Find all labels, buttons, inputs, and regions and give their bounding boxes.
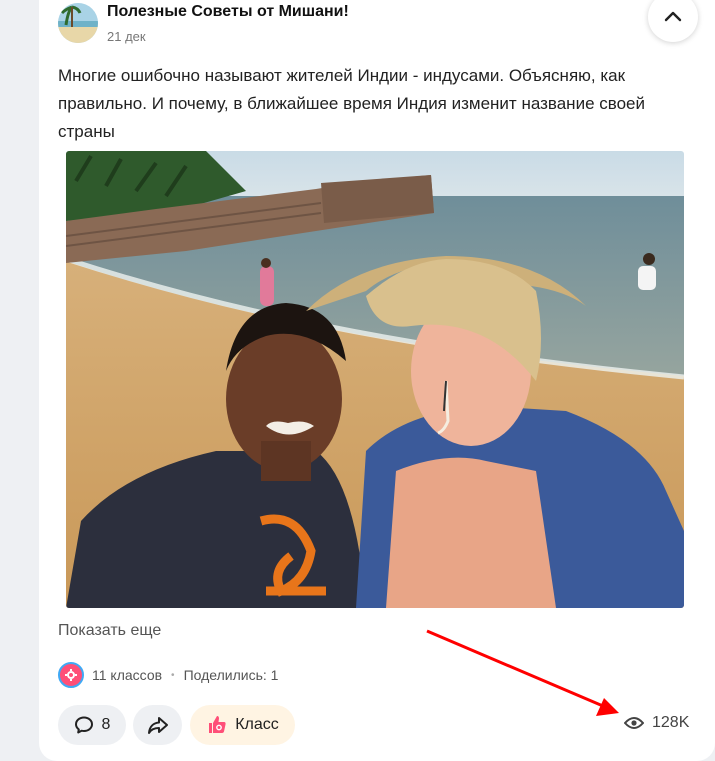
class-button[interactable]: Класс [190,705,295,745]
author-name[interactable]: Полезные Советы от Мишани! [107,3,349,21]
post-date: 21 дек [107,29,146,44]
chevron-up-icon [664,11,682,22]
classes-count[interactable]: 11 классов [92,667,162,683]
share-arrow-icon [147,717,168,734]
views-count: 128K [652,714,690,731]
show-more-link[interactable]: Показать еще [58,622,161,640]
share-button[interactable] [133,705,182,745]
comment-bubble-icon [74,716,93,734]
reactions-summary: 11 классов • Поделились: 1 [58,662,278,688]
views-counter: 128K [624,714,689,732]
thumb-up-icon [209,716,226,733]
author-avatar[interactable] [58,3,98,43]
eye-icon [624,717,644,729]
comments-count: 8 [101,716,111,733]
post-photo[interactable] [66,151,684,608]
class-reaction-icon [58,662,84,688]
post-text: Многие ошибочно называют жителей Индии -… [58,66,645,141]
separator-dot: • [171,669,175,681]
shared-count[interactable]: Поделились: 1 [184,667,279,683]
comments-button[interactable]: 8 [58,705,126,745]
class-button-label: Класс [235,716,279,733]
